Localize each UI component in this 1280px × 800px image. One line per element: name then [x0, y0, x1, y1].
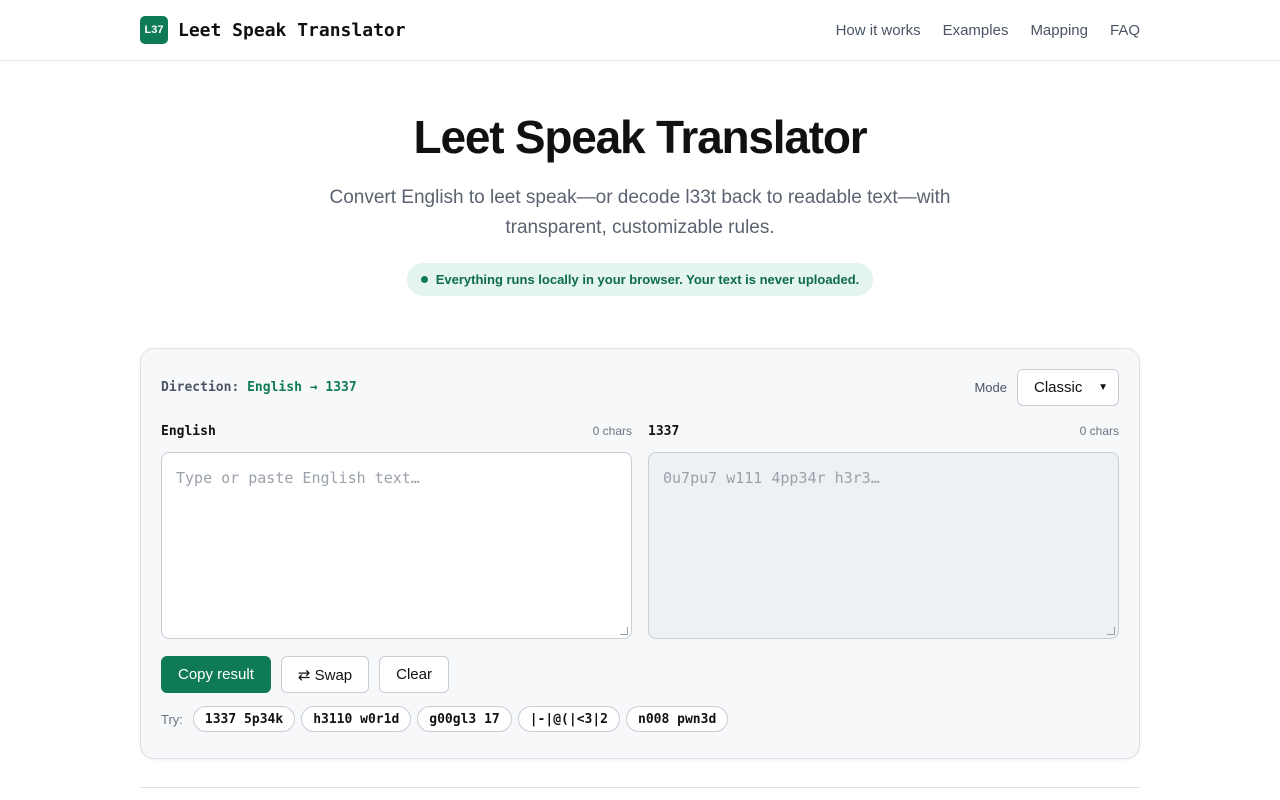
mode-select[interactable]: Classic ▼ [1017, 369, 1119, 406]
output-pane-header: 1337 0 chars [648, 420, 1119, 442]
example-chips: Try: 1337 5p34k h3110 w0r1d g00gl3 17 |-… [161, 706, 1119, 732]
direction-value: English → 1337 [247, 380, 357, 395]
resize-handle-icon[interactable] [620, 627, 628, 635]
try-label: Try: [161, 711, 183, 727]
copy-result-button[interactable]: Copy result [161, 656, 271, 693]
translation-panes: English 0 chars Type or paste English te… [161, 420, 1119, 639]
nav-link-how-it-works[interactable]: How it works [836, 22, 921, 39]
example-chip[interactable]: g00gl3 17 [417, 706, 512, 732]
direction-label: Direction: [161, 380, 240, 395]
input-pane-title: English [161, 423, 216, 439]
output-pane: 1337 0 chars 0u7pu7 w111 4pp34r h3r3… [648, 420, 1119, 639]
translator-card: Direction: English → 1337 Mode Classic ▼… [140, 348, 1140, 759]
chevron-down-icon: ▼ [1098, 382, 1108, 393]
swap-button[interactable]: ⇄ Swap [280, 656, 370, 693]
hero: Leet Speak Translator Convert English to… [0, 111, 1280, 296]
brand[interactable]: L37 Leet Speak Translator [140, 16, 406, 44]
output-placeholder: 0u7pu7 w111 4pp34r h3r3… [663, 469, 880, 487]
privacy-notice: Everything runs locally in your browser.… [406, 263, 874, 296]
nav-link-examples[interactable]: Examples [943, 22, 1009, 39]
nav-link-faq[interactable]: FAQ [1110, 22, 1140, 39]
mode-label: Mode [974, 380, 1007, 395]
page-subtitle: Convert English to leet speak—or decode … [329, 187, 951, 238]
example-chip[interactable]: n008 pwn3d [626, 706, 729, 732]
input-char-count: 0 chars [592, 424, 632, 438]
translator-toolbar: Direction: English → 1337 Mode Classic ▼ [161, 369, 1119, 406]
example-chip[interactable]: |-|@(|<3|2 [517, 706, 621, 732]
clear-button[interactable]: Clear [379, 656, 449, 693]
input-textarea[interactable]: Type or paste English text… [161, 452, 632, 639]
logo-icon: L37 [140, 16, 168, 44]
status-dot-icon [420, 276, 428, 283]
main-nav: How it works Examples Mapping FAQ [836, 22, 1140, 39]
input-pane-header: English 0 chars [161, 420, 632, 442]
output-char-count: 0 chars [1079, 424, 1119, 438]
nav-link-mapping[interactable]: Mapping [1030, 22, 1088, 39]
page-title: Leet Speak Translator [413, 111, 868, 163]
input-placeholder: Type or paste English text… [176, 469, 420, 487]
top-bar-inner: L37 Leet Speak Translator How it works E… [140, 0, 1140, 60]
top-bar: L37 Leet Speak Translator How it works E… [0, 0, 1280, 61]
mode-control: Mode Classic ▼ [974, 369, 1119, 406]
brand-name: Leet Speak Translator [178, 19, 406, 41]
section-divider [140, 787, 1140, 788]
output-textarea[interactable]: 0u7pu7 w111 4pp34r h3r3… [648, 452, 1119, 639]
example-chip[interactable]: h3110 w0r1d [301, 706, 412, 732]
privacy-notice-text: Everything runs locally in your browser.… [435, 272, 860, 287]
action-buttons: Copy result ⇄ Swap Clear [161, 656, 1119, 693]
example-chip[interactable]: 1337 5p34k [192, 706, 296, 732]
output-pane-title: 1337 [648, 423, 680, 439]
direction-indicator: Direction: English → 1337 [161, 380, 357, 395]
input-pane: English 0 chars Type or paste English te… [161, 420, 632, 639]
resize-handle-icon[interactable] [1107, 627, 1115, 635]
mode-selected-value: Classic [1034, 379, 1083, 396]
